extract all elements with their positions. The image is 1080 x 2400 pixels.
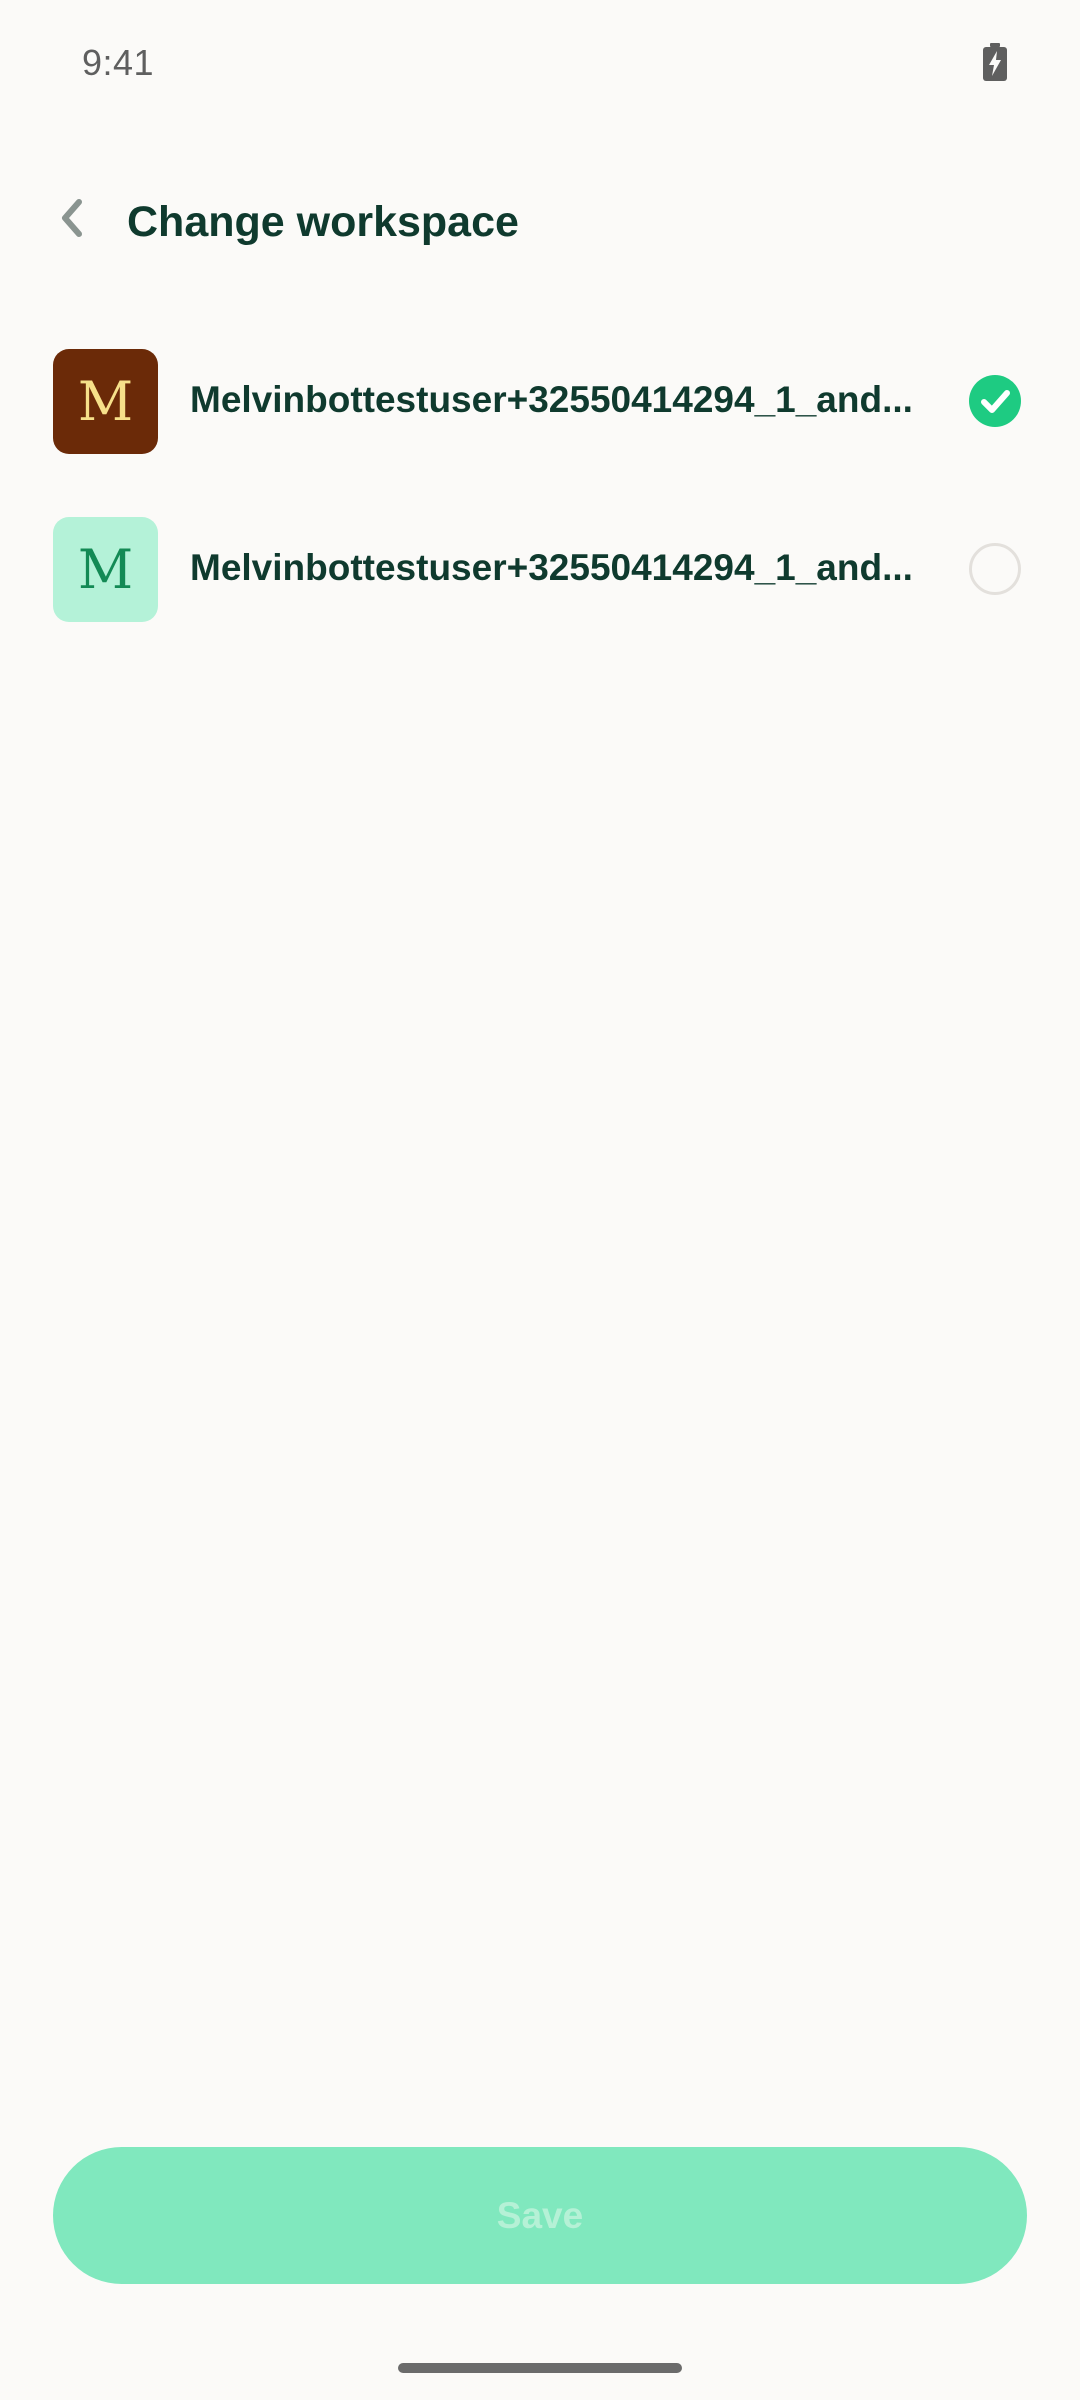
status-time: 9:41 (82, 42, 155, 83)
workspace-item-2[interactable]: M Melvinbottestuser+32550414294_1_and... (0, 509, 1080, 629)
workspace-item-1[interactable]: M Melvinbottestuser+32550414294_1_and... (0, 341, 1080, 461)
workspace-avatar: M (53, 517, 158, 622)
save-button[interactable]: Save (53, 2147, 1027, 2284)
page-title: Change workspace (127, 198, 519, 246)
radio-unchecked-icon[interactable] (969, 543, 1021, 595)
selected-check-icon[interactable] (969, 375, 1021, 427)
workspace-name: Melvinbottestuser+32550414294_1_and... (190, 547, 913, 588)
status-bar: 9:41 (0, 0, 1080, 128)
workspace-name: Melvinbottestuser+32550414294_1_and... (190, 379, 913, 420)
back-button[interactable] (40, 188, 104, 252)
home-indicator[interactable] (398, 2363, 682, 2373)
workspace-avatar: M (53, 349, 158, 454)
chevron-left-icon (57, 198, 87, 243)
header: Change workspace (0, 180, 1080, 268)
battery-charging-icon (983, 43, 1007, 81)
